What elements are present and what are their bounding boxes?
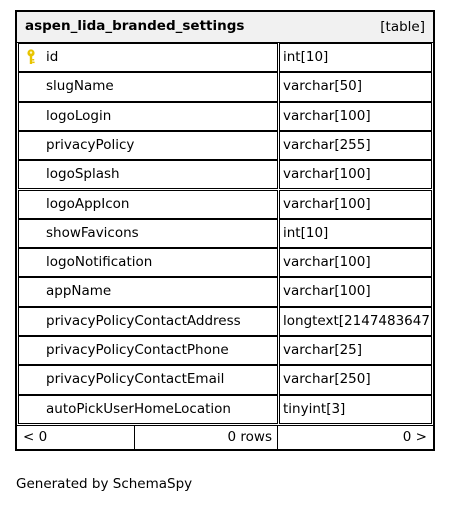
table-name: aspen_lida_branded_settings xyxy=(25,18,245,34)
table-header: aspen_lida_branded_settings [table] xyxy=(17,12,433,43)
parents-count: < 0 xyxy=(17,425,135,449)
table-node: aspen_lida_branded_settings [table] id in… xyxy=(15,10,435,451)
column-name: autoPickUserHomeLocation xyxy=(18,394,278,424)
column-type: varchar[100] xyxy=(279,101,432,131)
row-count: 0 rows xyxy=(135,425,278,449)
column-name: logoLogin xyxy=(18,101,278,131)
column-name: showFavicons xyxy=(18,218,278,249)
column-type: varchar[100] xyxy=(279,160,432,190)
generated-by-label: Generated by SchemaSpy xyxy=(16,476,193,492)
column-name: appName xyxy=(18,277,278,307)
column-row: appName varchar[100] xyxy=(17,277,433,307)
column-name: privacyPolicyContactAddress xyxy=(18,306,278,336)
children-count: 0 > xyxy=(278,425,433,449)
column-row: privacyPolicyContactPhone varchar[25] xyxy=(17,336,433,366)
table-type-label: [table] xyxy=(380,19,425,35)
column-name: logoNotification xyxy=(18,248,278,278)
column-row: privacyPolicy varchar[255] xyxy=(17,130,433,161)
column-row: logoLogin varchar[100] xyxy=(17,101,433,131)
column-name: privacyPolicy xyxy=(18,130,278,161)
column-row: autoPickUserHomeLocation tinyint[3] xyxy=(17,394,433,424)
column-name: privacyPolicyContactEmail xyxy=(18,365,278,395)
column-type: tinyint[3] xyxy=(279,394,432,424)
column-type: varchar[100] xyxy=(279,189,432,219)
column-row: slugName varchar[50] xyxy=(17,72,433,102)
column-type: longtext[2147483647] xyxy=(279,306,432,336)
column-row: privacyPolicyContactAddress longtext[2147… xyxy=(17,306,433,336)
column-row: logoNotification varchar[100] xyxy=(17,248,433,278)
column-type: varchar[250] xyxy=(279,365,432,395)
column-row: logoAppIcon varchar[100] xyxy=(17,189,433,219)
column-name: logoAppIcon xyxy=(18,189,278,219)
column-type: varchar[100] xyxy=(279,277,432,307)
column-name: logoSplash xyxy=(18,160,278,190)
column-type: varchar[100] xyxy=(279,248,432,278)
column-type: int[10] xyxy=(279,43,432,73)
column-row: id int[10] xyxy=(17,43,433,73)
column-row: logoSplash varchar[100] xyxy=(17,160,433,190)
primary-key-icon xyxy=(27,49,35,64)
column-row: showFavicons int[10] xyxy=(17,218,433,249)
column-type: varchar[50] xyxy=(279,72,432,102)
column-name: privacyPolicyContactPhone xyxy=(18,336,278,366)
column-type: int[10] xyxy=(279,218,432,249)
column-type: varchar[255] xyxy=(279,130,432,161)
column-row: privacyPolicyContactEmail varchar[250] xyxy=(17,365,433,395)
column-name: id xyxy=(18,43,278,73)
column-name: slugName xyxy=(18,72,278,102)
table-footer: < 0 0 rows 0 > xyxy=(17,425,433,449)
column-type: varchar[25] xyxy=(279,336,432,366)
